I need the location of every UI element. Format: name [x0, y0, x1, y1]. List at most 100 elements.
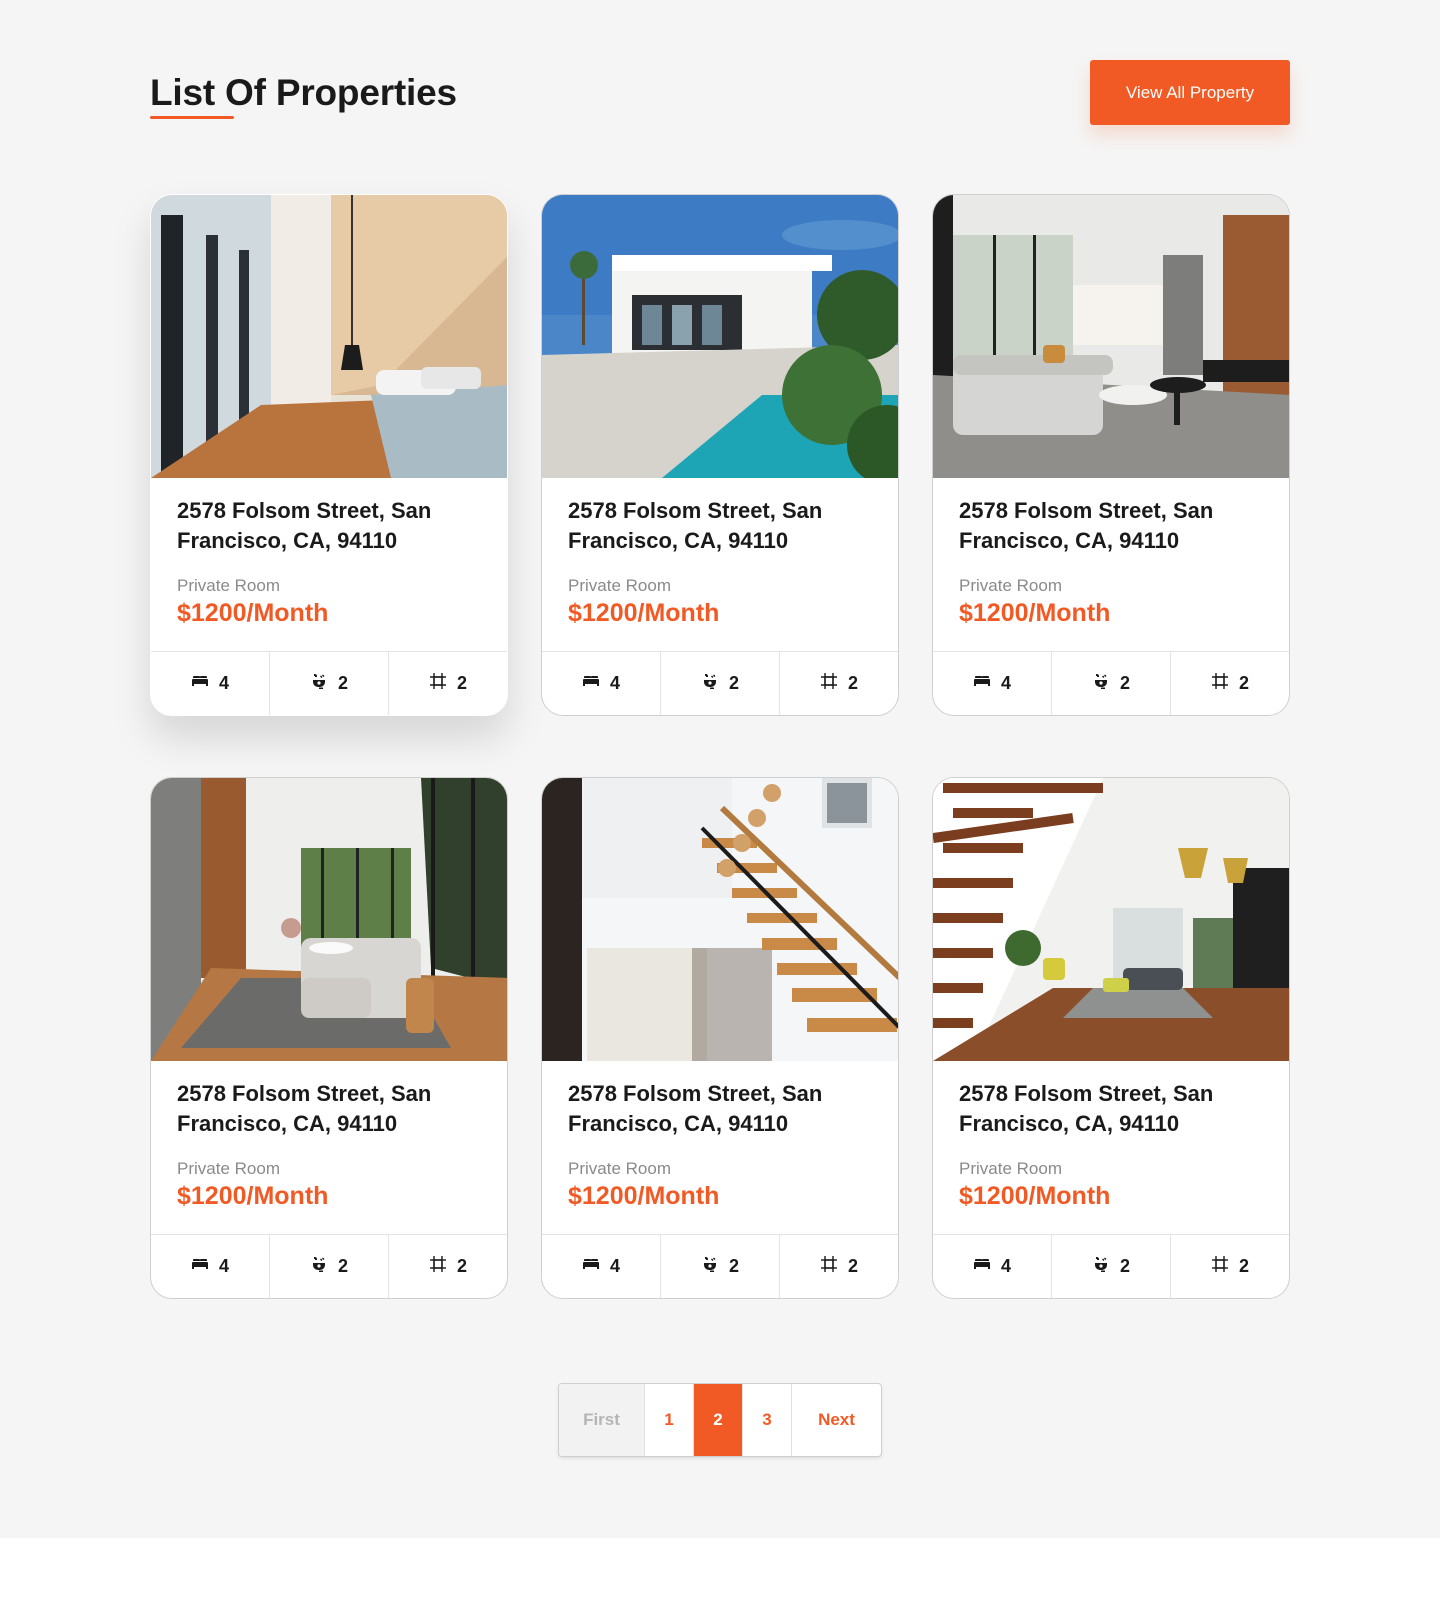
card-body: 2578 Folsom Street, San Francisco, CA, 9… [151, 1061, 507, 1236]
beds-count: 4 [609, 673, 620, 693]
area-icon [820, 672, 838, 695]
bed-icon [973, 1255, 991, 1278]
bath-icon [701, 672, 719, 695]
feature-area: 2 [780, 652, 898, 715]
pagination-first[interactable]: First [559, 1384, 645, 1456]
title-underline [150, 116, 234, 119]
property-room-type: Private Room [177, 1159, 280, 1178]
property-card[interactable]: 2578 Folsom Street, San Francisco, CA, 9… [932, 777, 1290, 1299]
bath-icon [1092, 1255, 1110, 1278]
feature-area: 2 [389, 1235, 507, 1298]
area-icon [1211, 672, 1229, 695]
property-address[interactable]: 2578 Folsom Street, San Francisco, CA, 9… [959, 1079, 1263, 1139]
beds-count: 4 [1000, 1256, 1011, 1276]
property-address[interactable]: 2578 Folsom Street, San Francisco, CA, 9… [568, 1079, 872, 1139]
feature-area: 2 [1171, 1235, 1289, 1298]
property-photo[interactable] [542, 195, 899, 478]
pagination-page-1[interactable]: 1 [645, 1384, 694, 1456]
property-features: 4 2 2 [933, 1234, 1289, 1298]
baths-count: 2 [337, 1256, 348, 1276]
card-body: 2578 Folsom Street, San Francisco, CA, 9… [542, 478, 898, 653]
area-count: 2 [1238, 673, 1249, 693]
feature-beds: 4 [933, 652, 1052, 715]
area-icon [429, 672, 447, 695]
feature-baths: 2 [661, 652, 780, 715]
property-features: 4 2 2 [151, 651, 507, 715]
baths-count: 2 [728, 1256, 739, 1276]
beds-count: 4 [609, 1256, 620, 1276]
bed-icon [973, 672, 991, 695]
property-photo[interactable] [933, 195, 1290, 478]
feature-baths: 2 [1052, 652, 1171, 715]
property-features: 4 2 2 [151, 1234, 507, 1298]
bath-icon [310, 672, 328, 695]
baths-count: 2 [1119, 673, 1130, 693]
area-icon [429, 1255, 447, 1278]
feature-beds: 4 [151, 652, 270, 715]
beds-count: 4 [1000, 673, 1011, 693]
area-count: 2 [847, 1256, 858, 1276]
property-price: $1200/Month [959, 1182, 1111, 1210]
baths-count: 2 [337, 673, 348, 693]
property-card[interactable]: 2578 Folsom Street, San Francisco, CA, 9… [541, 777, 899, 1299]
area-count: 2 [1238, 1256, 1249, 1276]
property-room-type: Private Room [568, 1159, 671, 1178]
area-count: 2 [847, 673, 858, 693]
feature-beds: 4 [542, 1235, 661, 1298]
property-address[interactable]: 2578 Folsom Street, San Francisco, CA, 9… [177, 496, 481, 556]
property-photo[interactable] [151, 778, 508, 1061]
area-icon [820, 1255, 838, 1278]
view-all-property-button[interactable]: View All Property [1090, 60, 1290, 125]
bath-icon [310, 1255, 328, 1278]
area-count: 2 [456, 673, 467, 693]
property-photo[interactable] [542, 778, 899, 1061]
page-title: List Of Properties [150, 72, 457, 113]
property-address[interactable]: 2578 Folsom Street, San Francisco, CA, 9… [568, 496, 872, 556]
bed-icon [582, 672, 600, 695]
baths-count: 2 [728, 673, 739, 693]
feature-beds: 4 [933, 1235, 1052, 1298]
property-room-type: Private Room [959, 576, 1062, 595]
baths-count: 2 [1119, 1256, 1130, 1276]
feature-baths: 2 [270, 652, 389, 715]
property-card[interactable]: 2578 Folsom Street, San Francisco, CA, 9… [541, 194, 899, 716]
feature-area: 2 [389, 652, 507, 715]
property-room-type: Private Room [177, 576, 280, 595]
bed-icon [191, 1255, 209, 1278]
property-address[interactable]: 2578 Folsom Street, San Francisco, CA, 9… [959, 496, 1263, 556]
area-count: 2 [456, 1256, 467, 1276]
feature-baths: 2 [270, 1235, 389, 1298]
property-price: $1200/Month [177, 1182, 329, 1210]
property-card[interactable]: 2578 Folsom Street, San Francisco, CA, 9… [150, 194, 508, 716]
property-card[interactable]: 2578 Folsom Street, San Francisco, CA, 9… [932, 194, 1290, 716]
card-body: 2578 Folsom Street, San Francisco, CA, 9… [151, 478, 507, 653]
feature-area: 2 [1171, 652, 1289, 715]
property-price: $1200/Month [959, 599, 1111, 627]
property-features: 4 2 2 [542, 1234, 898, 1298]
area-icon [1211, 1255, 1229, 1278]
property-photo[interactable] [151, 195, 508, 478]
pagination: First 1 2 3 Next [558, 1383, 882, 1457]
beds-count: 4 [218, 673, 229, 693]
feature-baths: 2 [661, 1235, 780, 1298]
property-grid: 2578 Folsom Street, San Francisco, CA, 9… [150, 194, 1290, 1299]
property-address[interactable]: 2578 Folsom Street, San Francisco, CA, 9… [177, 1079, 481, 1139]
pagination-next[interactable]: Next [792, 1384, 881, 1456]
feature-area: 2 [780, 1235, 898, 1298]
property-price: $1200/Month [568, 599, 720, 627]
property-room-type: Private Room [568, 576, 671, 595]
bath-icon [1092, 672, 1110, 695]
feature-beds: 4 [542, 652, 661, 715]
property-room-type: Private Room [959, 1159, 1062, 1178]
beds-count: 4 [218, 1256, 229, 1276]
property-price: $1200/Month [177, 599, 329, 627]
property-features: 4 2 2 [542, 651, 898, 715]
card-body: 2578 Folsom Street, San Francisco, CA, 9… [933, 478, 1289, 653]
bed-icon [191, 672, 209, 695]
property-photo[interactable] [933, 778, 1290, 1061]
property-card[interactable]: 2578 Folsom Street, San Francisco, CA, 9… [150, 777, 508, 1299]
pagination-page-3[interactable]: 3 [743, 1384, 792, 1456]
property-features: 4 2 2 [933, 651, 1289, 715]
bed-icon [582, 1255, 600, 1278]
pagination-page-2[interactable]: 2 [694, 1384, 743, 1456]
